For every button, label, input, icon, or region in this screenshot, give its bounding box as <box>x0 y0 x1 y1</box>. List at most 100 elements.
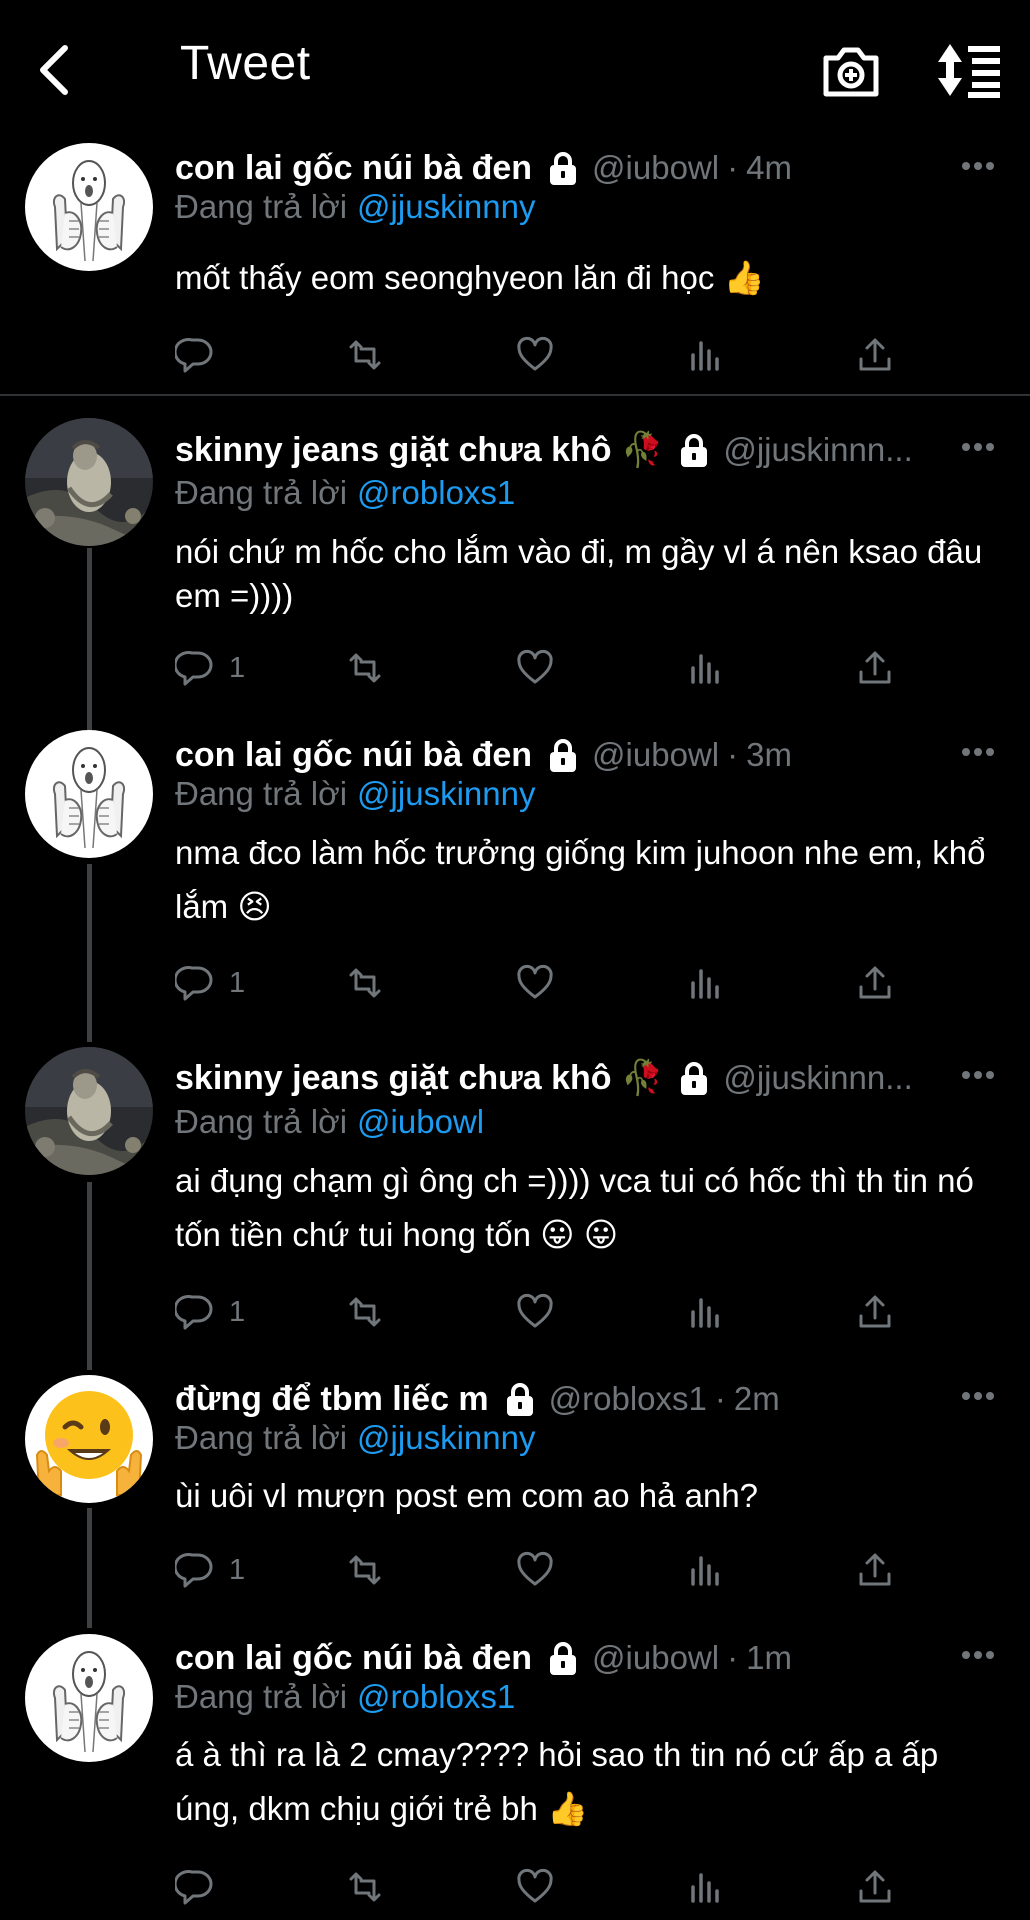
lock-icon <box>548 152 579 186</box>
handle[interactable]: @iubowl <box>592 149 719 187</box>
handle[interactable]: @iubowl <box>592 1639 719 1677</box>
bar-chart-icon <box>691 654 719 684</box>
mention-link[interactable]: @iubowl <box>357 1103 484 1140</box>
reply-context: Đang trả lời @jjuskinnny <box>175 1419 535 1457</box>
retweet-button[interactable] <box>345 1862 385 1912</box>
mention-link[interactable]: @robloxs1 <box>357 1678 515 1715</box>
thread-line <box>87 1182 92 1370</box>
views-button[interactable] <box>685 643 725 693</box>
lock-icon <box>548 739 579 773</box>
share-icon <box>859 966 891 999</box>
like-button[interactable] <box>515 643 555 693</box>
avatar[interactable] <box>25 1047 153 1175</box>
tweet-text: nma đco làm hốc trưởng giống kim juhoon … <box>175 834 986 926</box>
reply-button[interactable]: 1 <box>175 1287 245 1337</box>
share-button[interactable] <box>855 643 895 693</box>
reply-count: 1 <box>229 651 246 684</box>
share-button[interactable] <box>855 1545 895 1595</box>
more-options-icon[interactable] <box>961 1649 995 1661</box>
lock-icon <box>504 1383 535 1417</box>
views-button[interactable] <box>685 1545 725 1595</box>
display-name[interactable]: con lai gốc núi bà đen <box>175 149 532 188</box>
share-button[interactable] <box>855 1287 895 1337</box>
avatar[interactable] <box>25 730 153 858</box>
share-button[interactable] <box>855 958 895 1008</box>
like-button[interactable] <box>515 330 555 380</box>
views-button[interactable] <box>685 1862 725 1912</box>
share-button[interactable] <box>855 330 895 380</box>
retweet-button[interactable] <box>345 330 385 380</box>
reply-prefix: Đang trả lời <box>175 1678 348 1715</box>
more-options-icon[interactable] <box>961 441 995 453</box>
share-icon <box>859 1295 891 1328</box>
reply-button[interactable]: 1 <box>175 958 245 1008</box>
more-options-icon[interactable] <box>961 1390 995 1402</box>
avatar[interactable] <box>25 418 153 546</box>
top-bar: Tweet <box>0 0 1030 140</box>
display-name[interactable]: skinny jeans giặt chưa khô 🥀 <box>175 430 663 470</box>
share-icon <box>859 338 891 371</box>
timestamp: 1m <box>746 1639 792 1676</box>
reply-button[interactable] <box>175 330 229 380</box>
thread-line <box>87 864 92 1042</box>
retweet-button[interactable] <box>345 643 385 693</box>
like-button[interactable] <box>515 958 555 1008</box>
camera-button[interactable] <box>818 38 884 104</box>
avatar[interactable] <box>25 143 153 271</box>
reply-count: 1 <box>229 966 246 999</box>
reply-button[interactable]: 1 <box>175 643 245 693</box>
back-button[interactable] <box>30 40 80 100</box>
reply-icon <box>175 651 213 686</box>
views-button[interactable] <box>685 958 725 1008</box>
handle[interactable]: @jjuskinnn... <box>723 431 912 469</box>
retweet-button[interactable] <box>345 1287 385 1337</box>
retweet-icon <box>349 968 381 998</box>
retweet-button[interactable] <box>345 958 385 1008</box>
display-name[interactable]: con lai gốc núi bà đen <box>175 736 532 775</box>
bar-chart-icon <box>691 1298 719 1328</box>
avatar[interactable] <box>25 1375 153 1503</box>
reply-prefix: Đang trả lời <box>175 188 348 225</box>
display-name[interactable]: con lai gốc núi bà đen <box>175 1639 532 1678</box>
mention-link[interactable]: @jjuskinnny <box>357 775 535 812</box>
more-options-icon[interactable] <box>961 160 995 172</box>
bar-chart-icon <box>691 969 719 999</box>
reply-button[interactable]: 1 <box>175 1545 245 1595</box>
heart-icon <box>517 964 553 999</box>
heart-icon <box>517 336 553 371</box>
share-button[interactable] <box>855 1862 895 1912</box>
separator: · <box>727 149 739 186</box>
lock-icon <box>679 1062 710 1096</box>
handle[interactable]: @jjuskinnn... <box>723 1059 912 1097</box>
separator: · <box>727 736 739 773</box>
more-options-icon[interactable] <box>961 1069 995 1081</box>
reply-button[interactable] <box>175 1862 229 1912</box>
action-bar: 1 <box>175 643 915 693</box>
reply-count: 1 <box>229 1553 246 1586</box>
retweet-button[interactable] <box>345 1545 385 1595</box>
reply-icon <box>175 338 213 373</box>
thread-line <box>87 548 92 730</box>
tweet-header: con lai gốc núi bà đen @iubowl · 4m <box>175 146 1000 190</box>
mention-link[interactable]: @jjuskinnny <box>357 1419 535 1456</box>
display-name[interactable]: đừng để tbm liếc m <box>175 1380 489 1419</box>
views-button[interactable] <box>685 1287 725 1337</box>
handle[interactable]: @robloxs1 <box>549 1380 707 1418</box>
mention-link[interactable]: @jjuskinnny <box>357 188 535 225</box>
sort-button[interactable] <box>934 40 1004 100</box>
more-options-icon[interactable] <box>961 746 995 758</box>
like-button[interactable] <box>515 1287 555 1337</box>
like-button[interactable] <box>515 1862 555 1912</box>
sort-icon <box>938 44 1000 98</box>
views-button[interactable] <box>685 330 725 380</box>
action-bar: 1 <box>175 1545 915 1595</box>
tweet-header: đừng để tbm liếc m @robloxs1 · 2m <box>175 1377 1000 1421</box>
reply-context: Đang trả lời @jjuskinnny <box>175 188 535 226</box>
display-name[interactable]: skinny jeans giặt chưa khô 🥀 <box>175 1058 663 1098</box>
avatar[interactable] <box>25 1634 153 1762</box>
timestamp: 3m <box>746 736 792 773</box>
action-bar: 1 <box>175 958 915 1008</box>
like-button[interactable] <box>515 1545 555 1595</box>
mention-link[interactable]: @robloxs1 <box>357 474 515 511</box>
handle[interactable]: @iubowl <box>592 736 719 774</box>
